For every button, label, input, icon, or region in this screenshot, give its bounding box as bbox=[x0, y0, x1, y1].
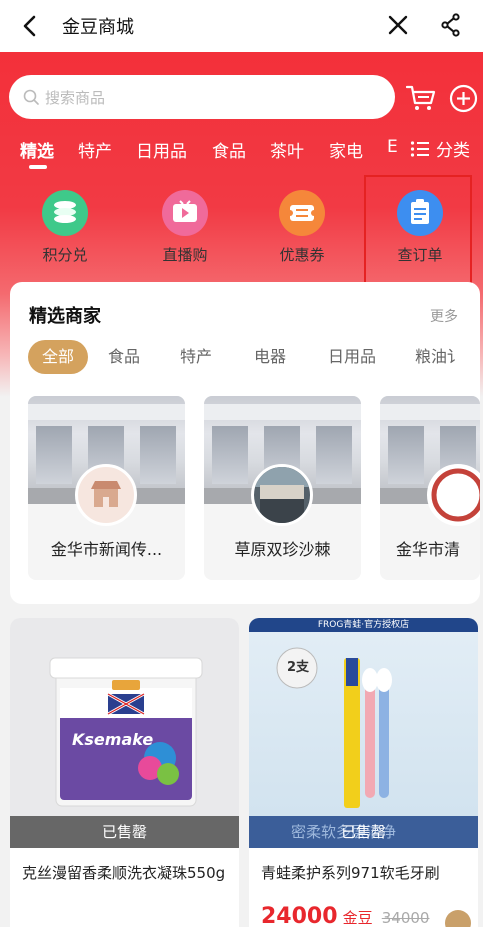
merchant-logo bbox=[427, 464, 480, 526]
merchant-logo bbox=[251, 464, 313, 526]
add-to-cart-button[interactable] bbox=[445, 910, 471, 927]
filter-chip-grain-oil[interactable]: 粮油讠 bbox=[415, 343, 470, 367]
top-bar: 金豆商城 bbox=[0, 0, 483, 52]
merchant-card[interactable]: 金华市新闻传... bbox=[28, 396, 185, 580]
sold-out-badge: 密柔软多层洁净 已售罄 bbox=[249, 816, 478, 848]
section-title: 精选商家 bbox=[29, 306, 101, 327]
add-circle-icon[interactable] bbox=[449, 84, 478, 113]
tab-jingxuan[interactable]: 精选 bbox=[20, 137, 54, 162]
tab-shipin[interactable]: 食品 bbox=[212, 137, 246, 162]
tab-techan[interactable]: 特产 bbox=[78, 137, 112, 162]
merchant-card[interactable]: 金华市清 bbox=[380, 396, 480, 580]
product-tag: 2支 bbox=[287, 660, 310, 675]
filter-chip-all[interactable]: 全部 bbox=[28, 340, 88, 374]
merchant-logo bbox=[75, 464, 137, 526]
quick-entry-label: 积分兑 bbox=[42, 246, 88, 264]
product-image: Ksemake bbox=[10, 618, 239, 848]
search-icon bbox=[23, 89, 39, 105]
close-icon[interactable] bbox=[387, 14, 409, 36]
coupon-icon bbox=[279, 190, 325, 236]
search-input[interactable]: 搜索商品 bbox=[9, 75, 395, 119]
quick-entry-coupon[interactable]: 优惠券 bbox=[262, 190, 342, 265]
merchant-name: 金华市清 bbox=[396, 540, 461, 559]
quick-entry-label: 优惠券 bbox=[279, 246, 325, 264]
merchant-card[interactable]: 草原双珍沙棘 bbox=[204, 396, 361, 580]
product-card[interactable]: Ksemake 已售罄 克丝漫留香柔顺洗衣凝珠550g bbox=[10, 618, 239, 927]
product-price: 24000 金豆 34000 bbox=[261, 904, 429, 927]
sold-out-badge: 已售罄 bbox=[10, 816, 239, 848]
tab-jiadian[interactable]: 家电 bbox=[329, 137, 363, 162]
back-arrow-icon[interactable] bbox=[20, 14, 42, 38]
cart-icon[interactable] bbox=[406, 84, 436, 112]
app-page: 金豆商城 搜索商品 精选 特产 日用品 食品 茶叶 家电 E 分类 积分兑 直播… bbox=[0, 0, 483, 927]
highlight-box bbox=[364, 175, 472, 285]
sold-out-label: 已售罄 bbox=[340, 823, 386, 841]
category-tabs: 精选 特产 日用品 食品 茶叶 家电 E 分类 bbox=[0, 133, 483, 173]
quick-entry-label: 直播购 bbox=[162, 246, 208, 264]
merchant-name: 金华市新闻传... bbox=[50, 540, 163, 559]
tab-truncated[interactable]: E bbox=[387, 137, 401, 157]
featured-merchants-card: 精选商家 更多 全部 食品 特产 电器 日用品 粮油讠 金华市新闻传... 草原… bbox=[10, 282, 480, 604]
price-value: 24000 bbox=[261, 904, 338, 927]
live-tv-icon bbox=[162, 190, 208, 236]
original-price: 34000 bbox=[381, 909, 430, 927]
product-card[interactable]: FROG青蛙·官方授权店 2支 密柔软多层洁净 已售罄 青蛙柔护系列971软毛牙… bbox=[249, 618, 478, 927]
search-placeholder: 搜索商品 bbox=[45, 88, 106, 107]
page-title: 金豆商城 bbox=[62, 17, 134, 38]
product-name: 克丝漫留香柔顺洗衣凝珠550g bbox=[22, 864, 226, 882]
merchant-name: 草原双珍沙棘 bbox=[234, 540, 331, 559]
filter-chip-daily[interactable]: 日用品 bbox=[328, 343, 376, 367]
product-name: 青蛙柔护系列971软毛牙刷 bbox=[261, 864, 440, 882]
filter-chip-appliances[interactable]: 电器 bbox=[254, 343, 286, 367]
points-stack-icon bbox=[42, 190, 88, 236]
share-icon[interactable] bbox=[440, 13, 462, 37]
tab-chaye[interactable]: 茶叶 bbox=[270, 137, 304, 162]
product-image: FROG青蛙·官方授权店 2支 bbox=[249, 618, 478, 848]
product-brand-text: Ksemake bbox=[72, 730, 154, 749]
filter-chip-food[interactable]: 食品 bbox=[108, 343, 140, 367]
category-menu-label: 分类 bbox=[436, 141, 470, 161]
quick-entry-points[interactable]: 积分兑 bbox=[25, 190, 105, 265]
product-banner: FROG青蛙·官方授权店 bbox=[317, 620, 410, 630]
list-menu-icon bbox=[410, 140, 429, 157]
filter-chip-specialty[interactable]: 特产 bbox=[180, 343, 212, 367]
tab-riyongpin[interactable]: 日用品 bbox=[136, 137, 187, 162]
category-menu-button[interactable]: 分类 bbox=[410, 136, 470, 161]
active-tab-indicator bbox=[29, 165, 47, 169]
quick-entry-live[interactable]: 直播购 bbox=[145, 190, 225, 265]
price-unit: 金豆 bbox=[342, 909, 373, 927]
more-link[interactable]: 更多 bbox=[430, 306, 458, 326]
